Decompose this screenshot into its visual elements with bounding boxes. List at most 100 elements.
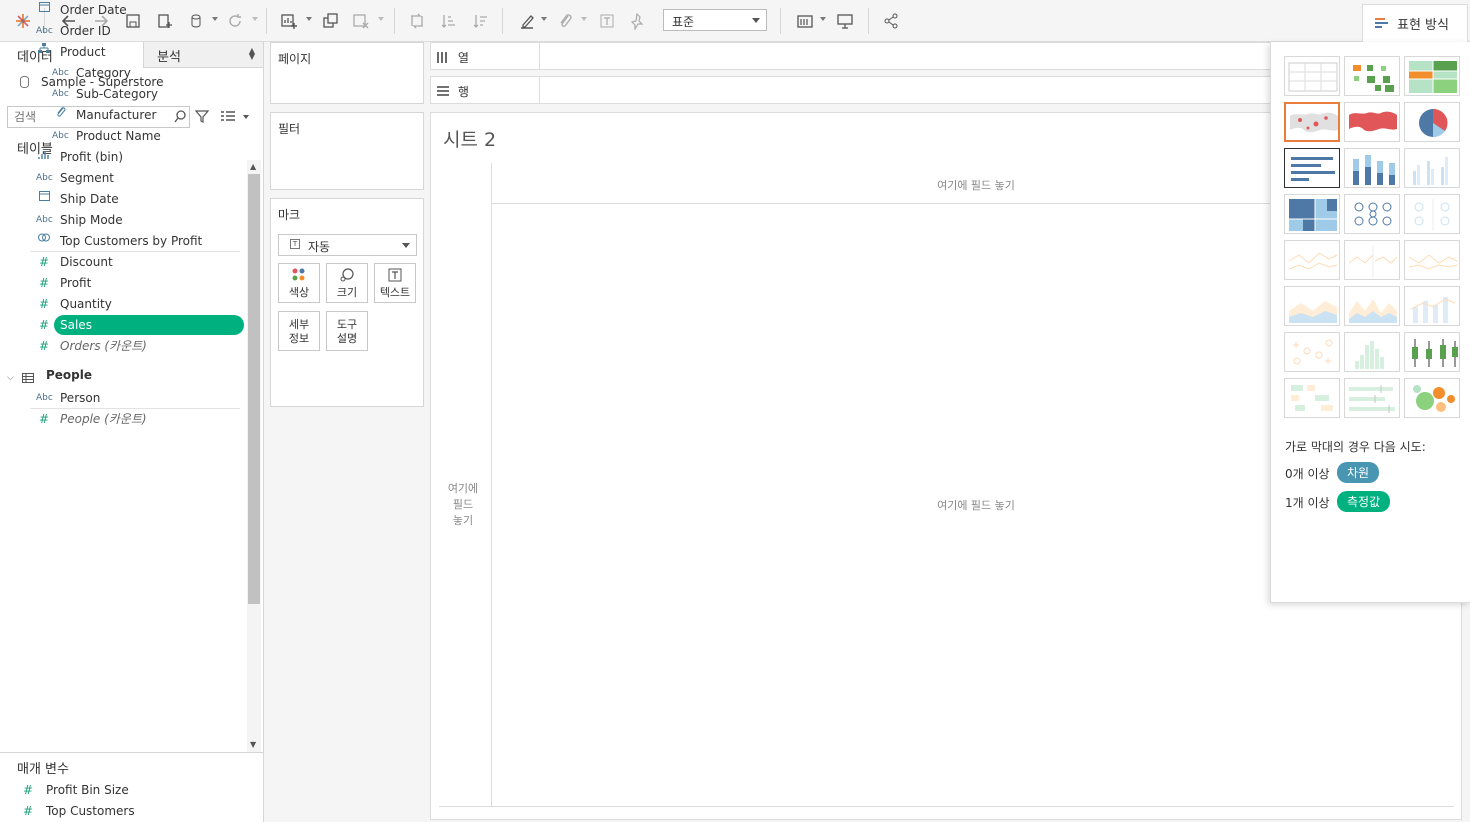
sheet-title[interactable]: 시트 2 [443,125,496,152]
text-button[interactable]: 텍스트 [374,263,416,303]
field-item[interactable]: Abc Order ID [0,21,248,42]
pages-card[interactable]: 페이지 [270,42,424,104]
size-button[interactable]: 크기 [326,263,368,303]
chart-type-symbol-map[interactable] [1284,102,1340,142]
field-item[interactable]: # Orders (카운트) [0,336,248,357]
field-item[interactable]: # Quantity [0,294,248,315]
parameter-label: Top Customers [46,804,135,818]
chart-type-dual-combination[interactable] [1404,286,1460,326]
chart-type-scatter-plot[interactable] [1284,332,1340,372]
new-worksheet-caret-icon[interactable] [306,17,312,21]
drop-zone-center[interactable]: 여기에 필드 놓기 [871,497,1081,513]
set-icon [36,231,52,251]
chart-type-treemap[interactable] [1284,194,1340,234]
highlight-caret-icon[interactable] [541,17,547,21]
chart-type-lines-discrete[interactable] [1284,240,1340,280]
new-worksheet-icon[interactable] [278,10,300,32]
chart-type-histogram[interactable] [1344,332,1400,372]
scroll-down-icon[interactable]: ▼ [250,740,256,749]
parameter-item[interactable]: # Profit Bin Size [0,780,248,801]
number-type-icon: # [38,297,50,311]
chart-type-stacked-bars[interactable] [1344,148,1400,188]
filters-card[interactable]: 필터 [270,112,424,190]
tooltip-button[interactable]: 도구 설명 [326,311,368,351]
text-table-icon [1288,62,1338,92]
chart-type-area-discrete[interactable] [1344,286,1400,326]
field-item[interactable]: # People (카운트) [0,409,248,430]
field-item[interactable]: Profit (bin) [0,147,248,168]
scrollbar[interactable]: ▲ ▼ [247,160,261,752]
chart-type-text-table[interactable] [1284,56,1340,96]
chart-type-side-by-side-circles[interactable] [1404,194,1460,234]
refresh-caret-icon[interactable] [252,17,258,21]
field-item[interactable]: Abc Segment [0,168,248,189]
presentation-mode-icon[interactable] [834,10,856,32]
field-label: Manufacturer [76,108,157,122]
share-icon[interactable] [880,10,902,32]
fix-axes-icon[interactable] [626,10,648,32]
showme-tab[interactable]: 표현 방식 [1362,4,1468,42]
show-labels-icon[interactable] [596,10,618,32]
field-item[interactable]: Abc Ship Mode [0,210,248,231]
histogram-icon [36,147,52,167]
field-label: Product [60,45,106,59]
group-members-icon[interactable] [554,10,576,32]
collapse-people-icon[interactable]: ⌵ [7,373,14,383]
field-item[interactable]: Abc Category [0,63,248,84]
swap-rows-columns-icon[interactable] [406,10,428,32]
field-item[interactable]: Top Customers by Profit [0,231,248,252]
clear-sheet-icon[interactable] [350,10,372,32]
scroll-up-icon[interactable]: ▲ [250,162,256,171]
parameter-item[interactable]: # Top Customers [0,801,248,822]
chart-type-bullet-graph[interactable] [1344,378,1400,418]
detail-button[interactable]: 세부 정보 [278,311,320,351]
pages-title: 페이지 [278,52,312,66]
field-label: Profit [60,276,92,290]
chart-type-lines-continuous[interactable] [1344,240,1400,280]
color-button[interactable]: 색상 [278,263,320,303]
chart-type-gantt-chart[interactable] [1284,378,1340,418]
fit-select[interactable]: 표준 [663,9,767,31]
field-item[interactable]: Abc Product Name [0,126,248,147]
mark-type-select[interactable]: T 자동 [278,234,417,256]
scrollbar-thumb[interactable] [248,174,260,604]
duplicate-sheet-icon[interactable] [320,10,342,32]
chart-type-packed-bubbles[interactable] [1404,378,1460,418]
field-item[interactable]: # Profit [0,273,248,294]
chart-type-area-continuous[interactable] [1284,286,1340,326]
chart-type-heat-map[interactable] [1344,56,1400,96]
drop-zone-columns[interactable]: 여기에 필드 놓기 [871,177,1081,193]
bottom-divider [439,806,1454,807]
field-label: Profit (bin) [60,150,124,164]
drop-zone-rows[interactable]: 여기에 필드 놓기 [439,481,487,529]
chart-type-dual-line[interactable] [1404,240,1460,280]
show-cards-icon[interactable] [794,10,816,32]
chart-type-horizontal-bars[interactable] [1284,148,1340,188]
group-caret-icon[interactable] [581,17,587,21]
column-header-divider [491,203,1331,204]
clear-sheet-caret-icon[interactable] [378,17,384,21]
field-item[interactable]: Abc Person [0,388,248,409]
field-item[interactable]: Order Date [0,0,248,21]
chart-type-box-whisker[interactable] [1404,332,1460,372]
size-label: 크기 [336,286,358,299]
highlight-icon[interactable] [516,10,538,32]
show-cards-caret-icon[interactable] [820,17,826,21]
field-item[interactable]: Abc Sub-Category [0,84,248,105]
chart-type-highlight-table[interactable] [1404,56,1460,96]
field-item[interactable]: Ship Date [0,189,248,210]
sort-descending-icon[interactable] [470,10,492,32]
chart-type-side-by-side-bars[interactable] [1404,148,1460,188]
sort-ascending-icon[interactable] [438,10,460,32]
chart-type-pie-chart[interactable] [1404,102,1460,142]
chart-type-circle-view[interactable] [1344,194,1400,234]
field-item[interactable]: # Discount [0,252,248,273]
field-item[interactable]: # Sales [0,315,248,336]
rows-label: 행 [457,85,469,99]
field-item[interactable]: Product [0,42,248,63]
fit-select-value: 표준 [672,15,695,29]
chart-type-filled-map[interactable] [1344,102,1400,142]
field-item[interactable]: Manufacturer [0,105,248,126]
table-name-people[interactable]: People [46,368,92,382]
field-label: People (카운트) [60,412,147,426]
